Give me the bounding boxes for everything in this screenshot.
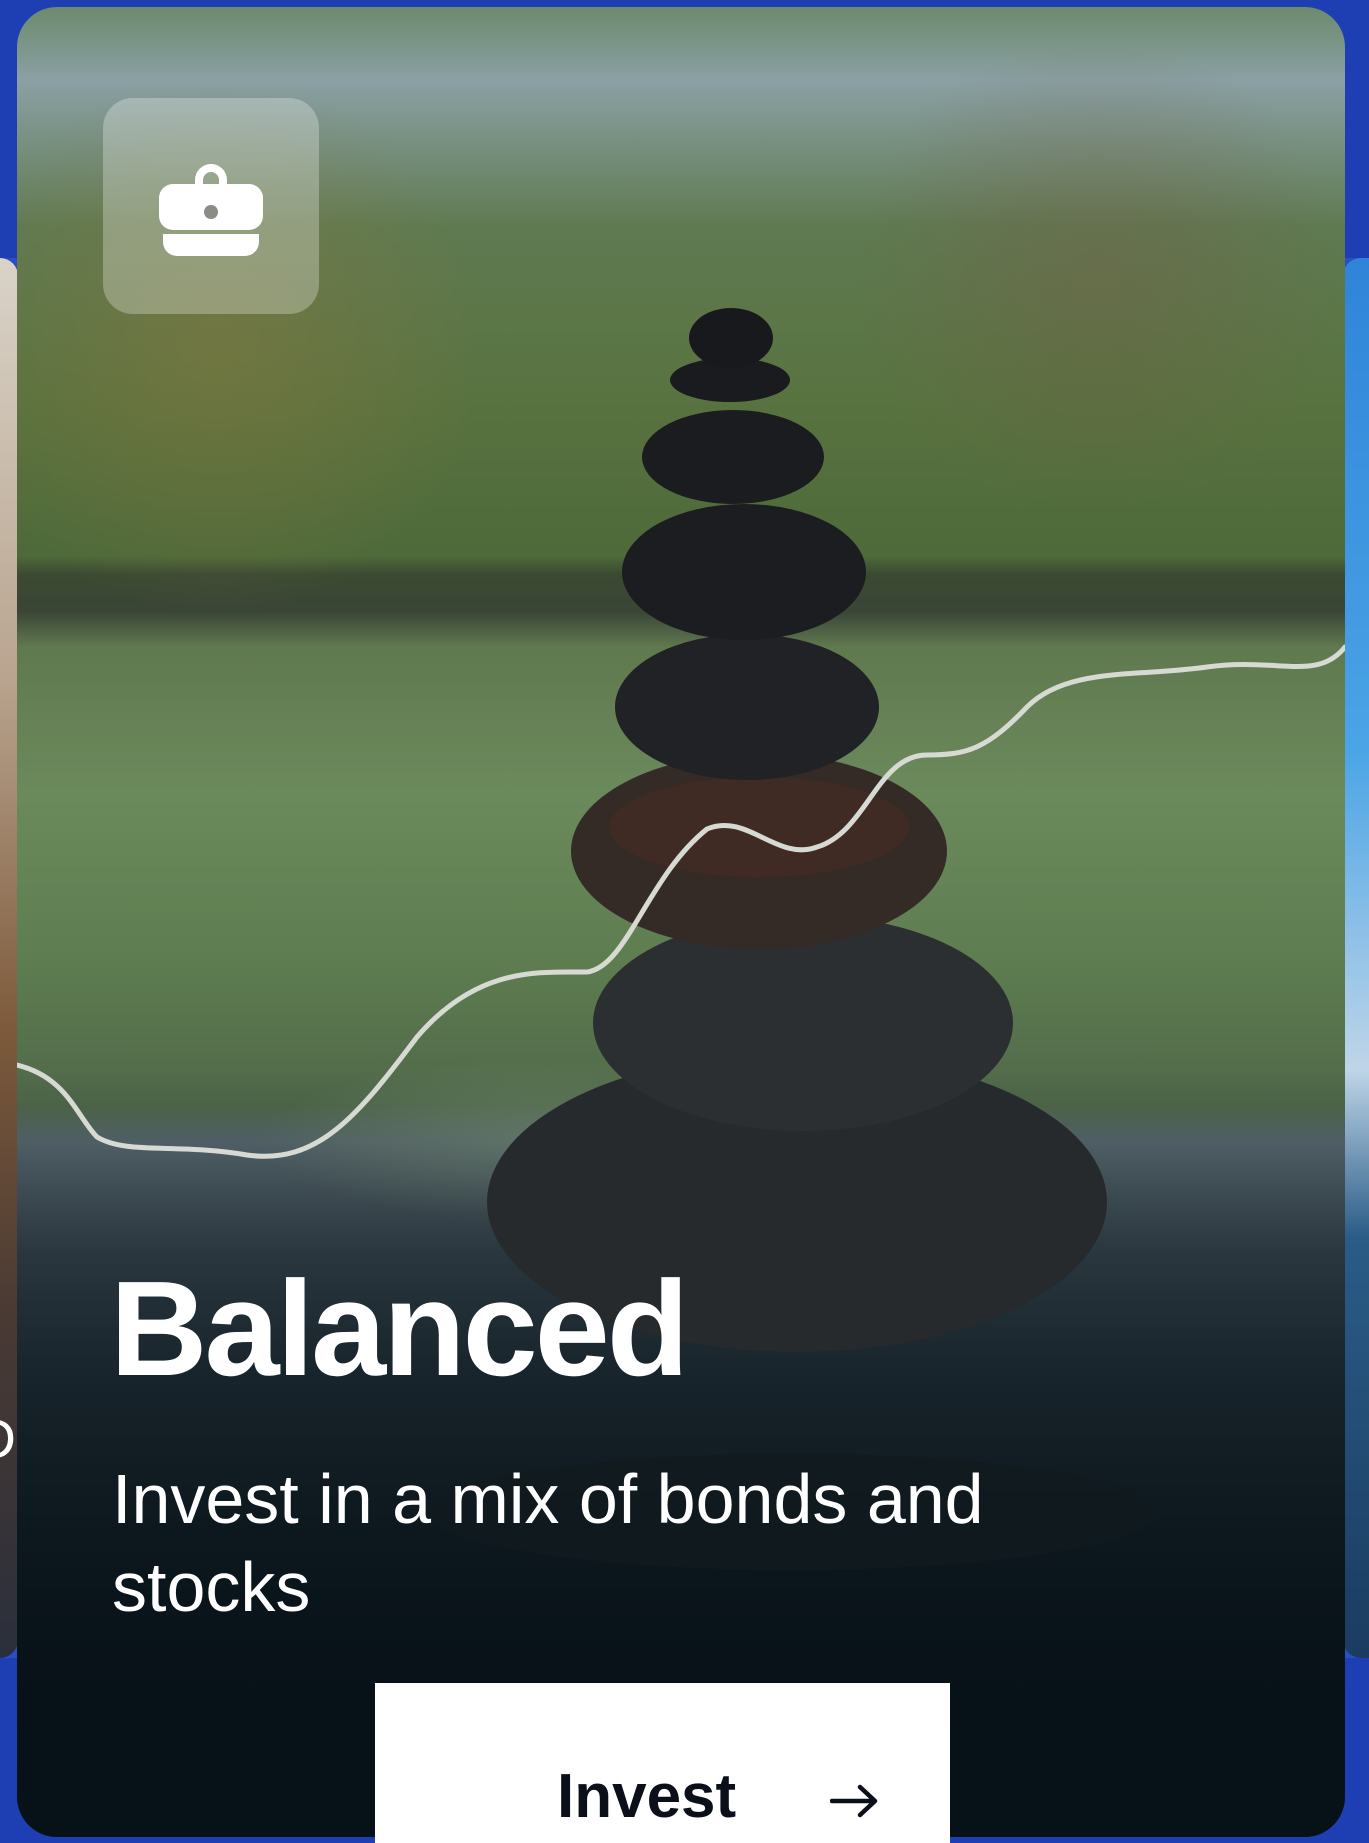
previous-card-text-fragment: D xyxy=(0,1406,16,1471)
portfolio-title: Balanced xyxy=(110,1253,689,1404)
previous-card-peek[interactable]: D xyxy=(0,258,18,1658)
portfolio-description: Invest in a mix of bonds and stocks xyxy=(112,1460,984,1626)
invest-button-label: Invest xyxy=(557,1762,737,1831)
invest-button[interactable]: Invest xyxy=(375,1683,950,1843)
next-card-peek[interactable] xyxy=(1343,258,1369,1658)
portfolio-card-balanced[interactable]: Balanced Invest in a mix of bonds and st… xyxy=(17,7,1345,1837)
arrow-right-icon xyxy=(830,1784,878,1818)
